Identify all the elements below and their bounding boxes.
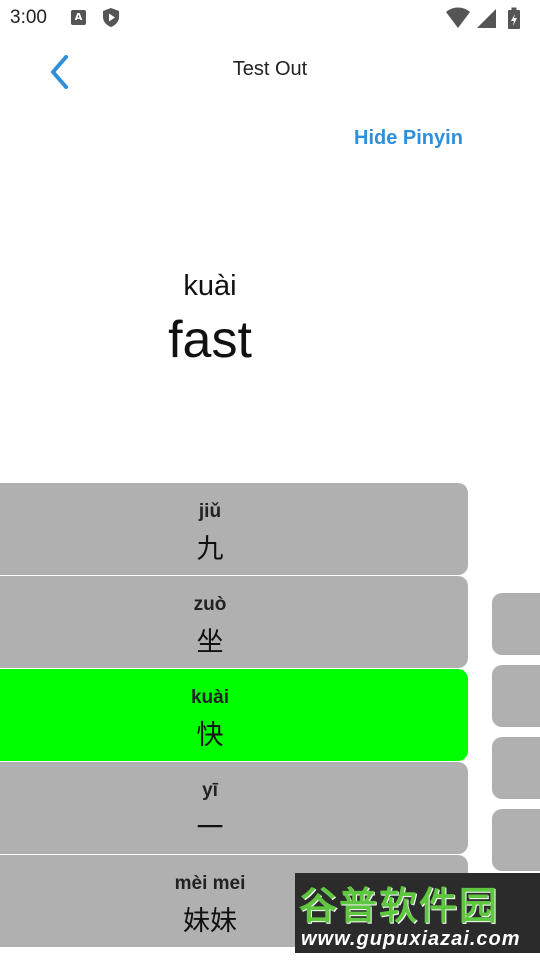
option-hanzi: 快 [196, 720, 224, 751]
side-tab[interactable] [492, 593, 540, 655]
answer-option[interactable]: zuò 坐 [0, 576, 468, 668]
watermark-url: www.gupuxiazai.com [301, 928, 521, 950]
side-tab[interactable] [492, 737, 540, 799]
option-hanzi: 一 [196, 813, 224, 844]
battery-charging-icon [508, 7, 520, 29]
option-pinyin: zuò [193, 594, 227, 615]
option-pinyin: kuài [190, 687, 230, 708]
watermark: 谷普软件园 www.gupuxiazai.com [295, 873, 540, 953]
option-hanzi: 九 [196, 534, 224, 565]
status-bar: 3:00 A [0, 0, 540, 36]
answer-option-selected[interactable]: kuài 快 [0, 669, 468, 761]
play-protect-icon [103, 8, 119, 27]
a-notification-icon: A [71, 10, 86, 25]
page-title: Test Out [232, 58, 308, 80]
hide-pinyin-button[interactable]: Hide Pinyin [354, 127, 463, 150]
option-pinyin: jiǔ [198, 501, 222, 522]
option-pinyin: yī [202, 780, 218, 801]
side-tab[interactable] [492, 809, 540, 871]
prompt-word: fast [168, 311, 252, 369]
side-tab[interactable] [492, 665, 540, 727]
answer-option[interactable]: jiǔ 九 [0, 483, 468, 575]
watermark-title: 谷普软件园 [299, 884, 500, 928]
wifi-icon [446, 7, 470, 28]
signal-icon [477, 9, 496, 28]
option-hanzi: 坐 [196, 627, 224, 658]
app-bar: Test Out [0, 36, 540, 106]
answer-option[interactable]: yī 一 [0, 762, 468, 854]
status-time: 3:00 [10, 7, 47, 28]
prompt-pinyin: kuài [183, 270, 237, 302]
